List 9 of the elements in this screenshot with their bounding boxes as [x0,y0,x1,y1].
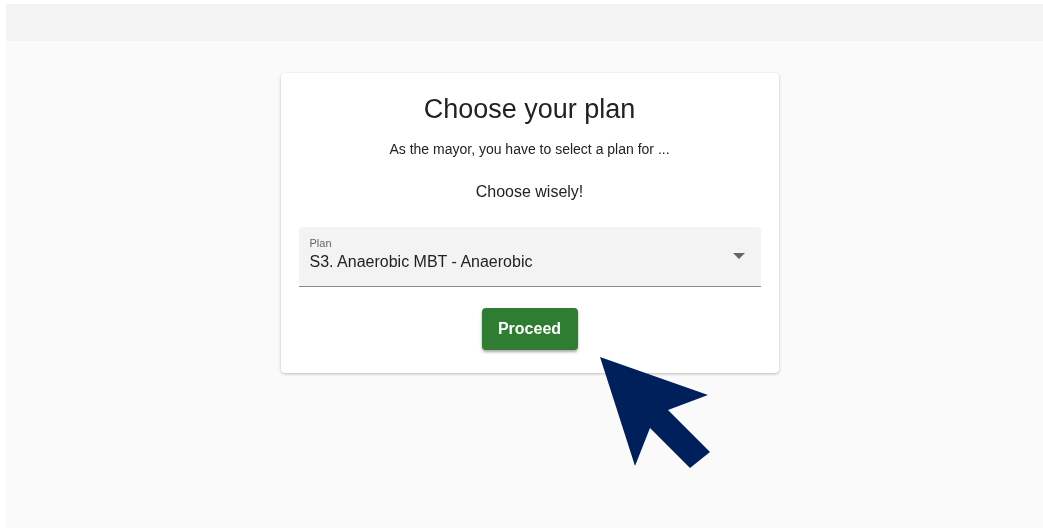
select-value: S3. Anaerobic MBT - Anaerobic [309,252,533,272]
dropdown-caret-icon [732,253,745,259]
card-description: As the mayor, you have to select a plan for ... [389,140,670,159]
card-hint: Choose wisely! [475,182,584,202]
plan-select[interactable]: Plan S3. Anaerobic MBT - Anaerobic [298,227,761,287]
proceed-button[interactable]: Proceed [481,308,578,350]
select-label: Plan [309,237,332,250]
cursor-arrow-icon [598,355,712,470]
card-title: Choose your plan [423,93,636,126]
